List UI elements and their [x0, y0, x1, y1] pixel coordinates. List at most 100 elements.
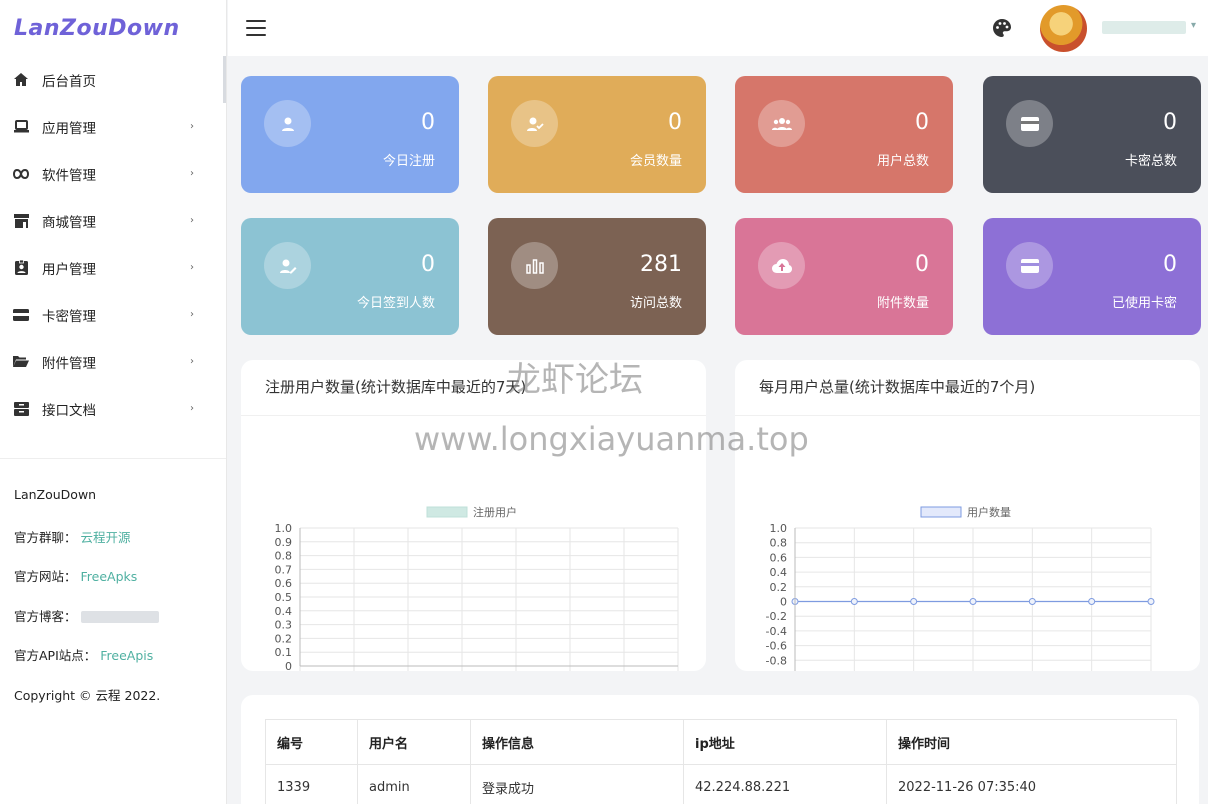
- avatar[interactable]: [1040, 5, 1087, 52]
- sidebar-item-cards[interactable]: 卡密管理 ›: [0, 291, 226, 338]
- chevron-right-icon: ›: [190, 121, 194, 132]
- data-point: [1088, 598, 1096, 605]
- stat-label: 今日签到人数: [356, 296, 435, 311]
- stat-card-total-users[interactable]: 0 用户总数: [735, 76, 953, 193]
- stat-card-today-checkin[interactable]: 0 今日签到人数: [241, 218, 459, 335]
- y-tick-label: 0.6: [275, 577, 293, 590]
- sidebar-item-label: 软件管理: [42, 167, 96, 184]
- card-icon: [1006, 100, 1053, 147]
- stat-card-today-register[interactable]: 0 今日注册: [241, 76, 459, 193]
- column-header-time: 操作时间: [886, 719, 1177, 765]
- chevron-right-icon: ›: [190, 403, 194, 414]
- table-row: 1339 admin 登录成功 42.224.88.221 2022-11-26…: [265, 764, 1177, 804]
- laptop-icon: [12, 119, 30, 135]
- sidebar-item-label: 附件管理: [42, 355, 96, 372]
- hamburger-icon[interactable]: [246, 20, 266, 36]
- stat-card-visits[interactable]: 281 访问总数: [488, 218, 706, 335]
- stat-value: 0: [421, 252, 435, 277]
- y-tick-label: 0.3: [275, 619, 293, 632]
- users-icon: [758, 100, 805, 147]
- cell-ip: 42.224.88.221: [683, 764, 887, 804]
- chevron-right-icon: ›: [190, 356, 194, 367]
- copyright: Copyright © 云程 2022.: [14, 687, 161, 703]
- cell-time: 2022-11-26 07:35:40: [886, 764, 1177, 804]
- chevron-right-icon: ›: [190, 168, 194, 179]
- stat-value: 0: [421, 110, 435, 135]
- sidebar: LanZouDown 后台首页 应用管理 › 软件管理 › 商城管理 › 用户管…: [0, 0, 227, 804]
- stat-label: 用户总数: [876, 154, 929, 169]
- card-icon: [1006, 242, 1053, 289]
- registration-chart-panel: 注册用户数量(统计数据库中最近的7天) 注册用户 1.0 0.9 0.8 0.7 0.6 0…: [241, 360, 706, 709]
- column-header-id: 编号: [265, 719, 358, 765]
- sidebar-item-attachments[interactable]: 附件管理 ›: [0, 338, 226, 385]
- user-check-icon: [511, 100, 558, 147]
- monthly-users-chart-panel: 每月用户总量(统计数据库中最近的7个月) 用户数量 1.0 0.8 0.6 0.4 0.2…: [735, 360, 1200, 697]
- card-icon: [12, 307, 30, 323]
- registration-bar-chart: 注册用户1.00.90.80.70.60.50.40.30.20.102022-…: [267, 505, 679, 709]
- stat-value: 0: [915, 110, 929, 135]
- infinity-icon: [12, 166, 30, 182]
- stat-label: 卡密总数: [1124, 154, 1177, 169]
- data-point: [1147, 598, 1155, 605]
- group-link[interactable]: 云程开源: [81, 530, 131, 545]
- y-tick-label: 0.2: [770, 581, 788, 594]
- y-tick-label: 1.0: [770, 522, 788, 535]
- username-redacted[interactable]: [1102, 21, 1186, 34]
- stat-card-used-cards[interactable]: 0 已使用卡密: [983, 218, 1201, 335]
- user-edit-icon: [264, 242, 311, 289]
- table-header-row: 编号 用户名 操作信息 ip地址 操作时间: [265, 719, 1177, 765]
- sidebar-item-users[interactable]: 用户管理 ›: [0, 244, 226, 291]
- store-icon: [12, 213, 30, 229]
- cell-username: admin: [357, 764, 471, 804]
- inbox-icon: [12, 401, 30, 417]
- y-tick-label: 0.9: [275, 536, 293, 549]
- y-tick-label: 0: [285, 660, 292, 671]
- app-logo[interactable]: LanZouDown: [0, 0, 226, 56]
- data-point: [1028, 598, 1036, 605]
- folder-open-icon: [12, 354, 30, 370]
- blog-link-redacted[interactable]: [80, 611, 159, 623]
- sidebar-item-apps[interactable]: 应用管理 ›: [0, 103, 226, 150]
- legend-label: 注册用户: [473, 505, 517, 519]
- blog-label: 官方博客：: [14, 608, 77, 624]
- sidebar-info: LanZouDown 官方群聊： 云程开源 官方网站： FreeApks 官方博…: [0, 458, 226, 724]
- website-link[interactable]: FreeApks: [81, 569, 138, 584]
- y-tick-label: 0.7: [275, 563, 293, 576]
- sidebar-item-api-docs[interactable]: 接口文档 ›: [0, 385, 226, 432]
- api-link[interactable]: FreeApis: [100, 648, 153, 663]
- chevron-down-icon[interactable]: ▾: [1191, 20, 1196, 31]
- sidebar-item-store[interactable]: 商城管理 ›: [0, 197, 226, 244]
- cell-id: 1339: [265, 764, 358, 804]
- sidebar-item-label: 应用管理: [42, 120, 96, 137]
- site-name: LanZouDown: [14, 487, 97, 502]
- chevron-right-icon: ›: [190, 262, 194, 273]
- stat-card-total-cards[interactable]: 0 卡密总数: [983, 76, 1201, 193]
- chevron-right-icon: ›: [190, 309, 194, 320]
- operation-log-table: 编号 用户名 操作信息 ip地址 操作时间 1339 admin 登录成功 42…: [265, 719, 1177, 804]
- palette-icon[interactable]: [992, 18, 1012, 38]
- column-header-action: 操作信息: [470, 719, 684, 765]
- stat-label: 会员数量: [629, 154, 682, 169]
- id-badge-icon: [12, 260, 30, 276]
- stat-card-attachments[interactable]: 0 附件数量: [735, 218, 953, 335]
- sidebar-item-label: 商城管理: [42, 214, 96, 231]
- sidebar-item-software[interactable]: 软件管理 ›: [0, 150, 226, 197]
- y-tick-label: -0.2: [766, 610, 787, 623]
- api-label: 官方API站点：: [14, 648, 97, 663]
- y-tick-label: 0.2: [275, 632, 293, 645]
- legend-label: 用户数量: [967, 505, 1011, 519]
- sidebar-item-dashboard[interactable]: 后台首页: [0, 56, 226, 103]
- blog-row: 官方博客：: [14, 606, 226, 646]
- stat-value: 281: [640, 252, 682, 277]
- legend-swatch: [920, 506, 962, 518]
- stat-card-members[interactable]: 0 会员数量: [488, 76, 706, 193]
- y-tick-label: -0.8: [766, 654, 787, 667]
- group-label: 官方群聊：: [14, 529, 77, 545]
- y-tick-label: 0.4: [770, 566, 788, 579]
- api-row: 官方API站点： FreeApis: [14, 645, 226, 685]
- column-header-ip: ip地址: [683, 719, 887, 765]
- sidebar-item-label: 卡密管理: [42, 308, 96, 325]
- y-tick-label: -1.0: [766, 669, 787, 671]
- cloud-upload-icon: [758, 242, 805, 289]
- monthly-users-line-chart: 用户数量 1.0 0.80.6 0.4 0.2 0-0.2 -0.4 -0.6-0.8 -1.0…: [766, 505, 1174, 697]
